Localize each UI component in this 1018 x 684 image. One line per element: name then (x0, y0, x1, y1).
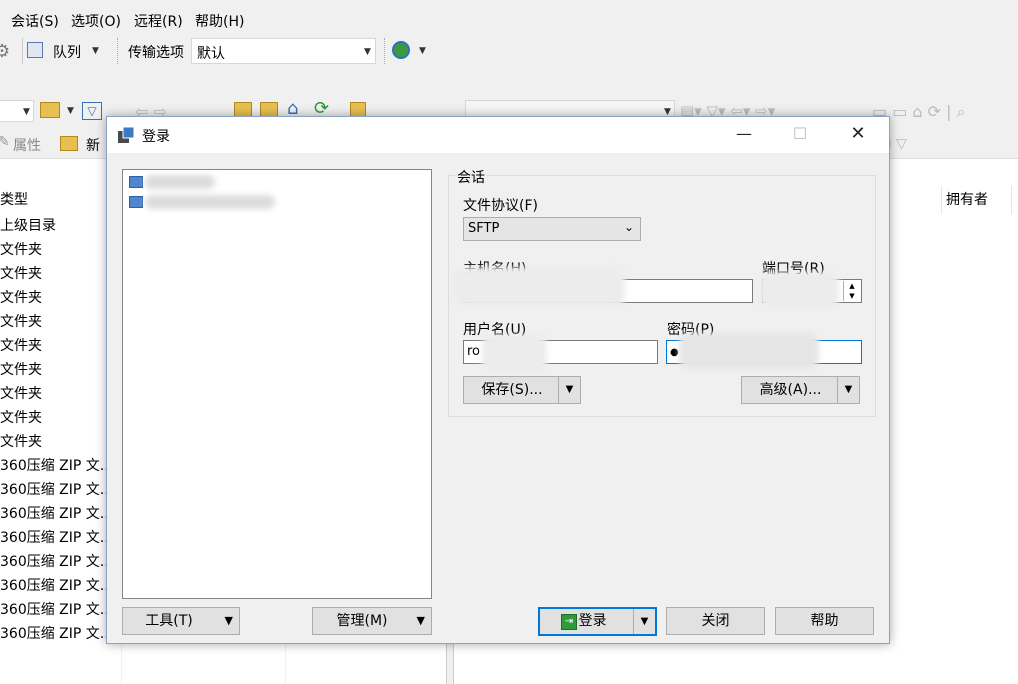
close-window-button[interactable]: ✕ (835, 117, 881, 153)
local-file-row[interactable]: 文件夹 (0, 310, 42, 334)
local-file-row[interactable]: 文件夹 (0, 382, 42, 406)
username-value: ro (467, 344, 481, 359)
local-file-row[interactable]: 上级目录 (0, 214, 56, 238)
local-file-row[interactable]: 360压缩 ZIP 文.. (0, 550, 109, 574)
manage-button-label: 管理(M) (336, 613, 388, 629)
toolbar-divider (117, 38, 118, 64)
protocol-select[interactable]: SFTP ⌄ (463, 217, 641, 241)
local-file-row[interactable]: 文件夹 (0, 406, 42, 430)
protocol-value: SFTP (468, 221, 500, 236)
local-file-row[interactable]: 360压缩 ZIP 文.. (0, 574, 109, 598)
manage-button[interactable]: 管理(M) ▼ (312, 607, 432, 635)
local-file-row[interactable]: 360压缩 ZIP 文.. (0, 622, 109, 646)
tools-button[interactable]: 工具(T) ▼ (122, 607, 240, 635)
local-file-row[interactable]: 360压缩 ZIP 文.. (0, 598, 109, 622)
properties-icon[interactable]: ✎ (0, 134, 10, 150)
properties-button[interactable]: 属性 (13, 135, 41, 155)
maximize-button: ☐ (792, 124, 808, 143)
remote-column-owner[interactable]: 拥有者 (942, 186, 1012, 214)
transfer-options-label: 传输选项 (128, 45, 184, 61)
local-column-type[interactable]: 类型 (0, 186, 122, 214)
new-folder-icon[interactable] (60, 136, 78, 151)
chevron-down-icon[interactable]: ▼ (633, 609, 655, 634)
site-list-item[interactable] (127, 174, 217, 192)
redacted-site-name (145, 175, 215, 189)
advanced-button-label: 高级(A)... (759, 382, 822, 398)
redaction-blur (482, 335, 547, 375)
redaction-blur (455, 267, 625, 307)
menu-bar: 会话(S) 选项(O) 远程(R) 帮助(H) (0, 0, 1018, 40)
local-file-row[interactable]: 文件夹 (0, 430, 42, 454)
root-folder-icon[interactable] (260, 102, 278, 117)
local-file-row[interactable]: 360压缩 ZIP 文.. (0, 526, 109, 550)
menu-session[interactable]: 会话(S) (11, 11, 59, 31)
menu-remote[interactable]: 远程(R) (134, 11, 183, 31)
local-file-row[interactable]: 文件夹 (0, 262, 42, 286)
login-button-label: 登录 (578, 613, 607, 629)
help-button[interactable]: 帮助 (775, 607, 874, 635)
login-dialog: 登录 — ☐ ✕ 工具(T) ▼ 管理(M) ▼ 会话 文件协议(F) SFTP… (106, 116, 890, 644)
toolbar-divider (22, 38, 23, 64)
queue-button[interactable]: 队列 (53, 42, 81, 62)
chevron-down-icon: ▼ (416, 614, 425, 627)
local-file-row[interactable]: 文件夹 (0, 334, 42, 358)
port-spinner[interactable]: ▲ ▼ (843, 281, 860, 301)
chevron-down-icon[interactable]: ▼ (92, 46, 99, 56)
local-file-row[interactable]: 文件夹 (0, 238, 42, 262)
menu-help[interactable]: 帮助(H) (195, 11, 244, 31)
chevron-down-icon: ▼ (364, 47, 371, 57)
tools-button-label: 工具(T) (145, 613, 193, 629)
toolbar-divider (384, 38, 385, 64)
chevron-down-icon: ⌄ (624, 220, 635, 234)
local-path-select[interactable]: ▼ (0, 100, 34, 122)
password-value: ● (670, 347, 679, 358)
minimize-button[interactable]: — (721, 117, 767, 153)
chevron-down-icon[interactable]: ▼ (837, 377, 859, 403)
transfer-options-value: 默认 (197, 46, 225, 62)
filter-icon[interactable]: ▽ (82, 102, 102, 120)
redaction-blur (679, 333, 819, 369)
main-toolbar: ⚙ 队列 ▼ 传输选项 默认 ▼ ▼ (0, 36, 1018, 70)
save-button-label: 保存(S)... (481, 382, 543, 398)
new-button[interactable]: 新 (86, 135, 100, 155)
chevron-down-icon: ▼ (224, 614, 233, 627)
protocol-label: 文件协议(F) (463, 198, 538, 214)
globe-icon[interactable] (392, 41, 410, 59)
save-button[interactable]: 保存(S)... ▼ (463, 376, 581, 404)
dialog-title: 登录 (142, 129, 170, 145)
close-button[interactable]: 关闭 (666, 607, 765, 635)
dialog-titlebar: 登录 — ☐ ✕ (107, 117, 889, 153)
site-list-item[interactable] (127, 194, 287, 212)
chevron-down-icon[interactable]: ▼ (419, 46, 426, 56)
chevron-down-icon[interactable]: ▼ (67, 106, 74, 116)
login-button[interactable]: ⇥ 登录 ▼ (538, 607, 657, 636)
session-group-title: 会话 (455, 167, 487, 187)
local-file-row[interactable]: 文件夹 (0, 358, 42, 382)
chevron-down-icon[interactable]: ▼ (558, 377, 580, 403)
local-file-row[interactable]: 360压缩 ZIP 文.. (0, 502, 109, 526)
queue-icon[interactable] (27, 42, 43, 58)
transfer-options-select[interactable]: 默认 ▼ (191, 38, 376, 64)
redaction-blur (759, 272, 839, 308)
local-file-row[interactable]: 360压缩 ZIP 文.. (0, 454, 109, 478)
parent-folder-icon[interactable] (234, 102, 252, 117)
site-list[interactable] (122, 169, 432, 599)
computer-icon (129, 176, 143, 188)
login-icon: ⇥ (561, 614, 577, 630)
folder-open-icon[interactable] (40, 102, 60, 118)
redacted-site-name (145, 195, 275, 209)
local-file-row[interactable]: 360压缩 ZIP 文.. (0, 478, 109, 502)
computer-icon (129, 196, 143, 208)
advanced-button[interactable]: 高级(A)... ▼ (741, 376, 860, 404)
winscp-icon (117, 126, 135, 144)
gear-icon[interactable]: ⚙ (0, 41, 10, 62)
local-file-row[interactable]: 文件夹 (0, 286, 42, 310)
menu-options[interactable]: 选项(O) (71, 11, 121, 31)
